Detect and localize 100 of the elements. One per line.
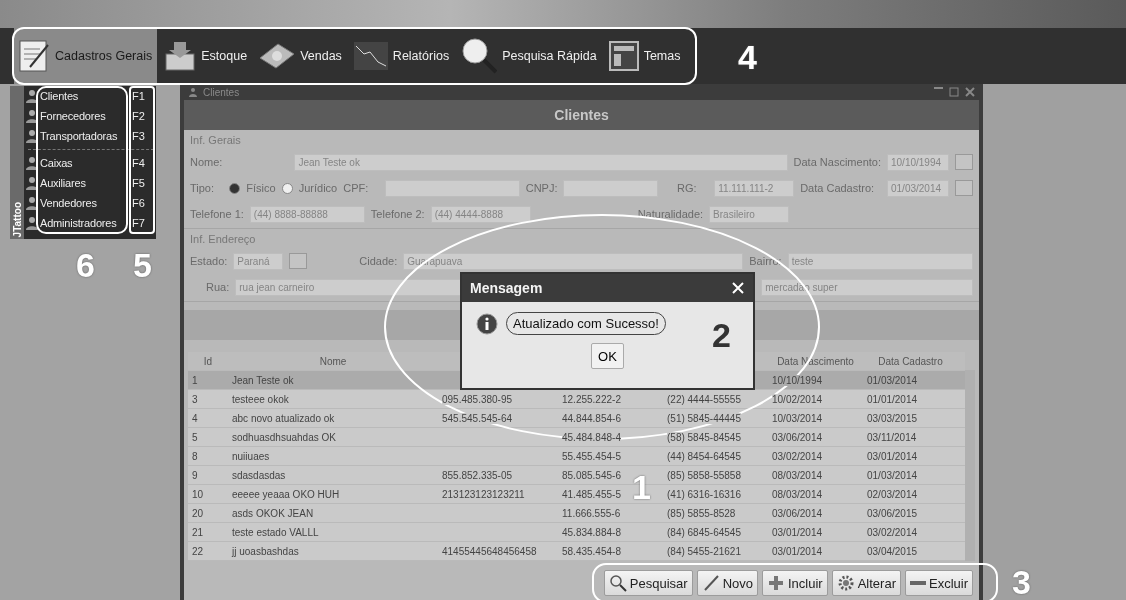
table-cell: Jean Teste ok xyxy=(232,374,294,386)
field-label: CNPJ: xyxy=(525,182,558,194)
toolbar-tab[interactable]: Estoque xyxy=(160,28,253,84)
table-row[interactable]: 3 testeee okok 095.485.380-95 12.255.222-2 (22) 4444-55555 10/02/2014 01/01/2014 xyxy=(188,390,965,409)
table-cell: 03/06/2014 xyxy=(772,431,823,443)
table-row[interactable]: 20 asds OKOK JEAN 11.666.555-6 (85) 5855-8528 03/06/2014 03/06/2015 xyxy=(188,504,965,523)
table-cell: jj uoasbashdas xyxy=(232,545,299,557)
field-label: Jurídico xyxy=(298,182,338,194)
plus-icon xyxy=(767,574,785,592)
action-button[interactable]: Incluir xyxy=(762,570,828,596)
gear-icon xyxy=(836,574,855,592)
action-button[interactable]: Pesquisar xyxy=(603,570,693,596)
table-cell: 41.485.455-5 xyxy=(562,488,621,500)
toolbar-tab[interactable]: Vendas xyxy=(255,28,347,84)
table-row[interactable]: 21 teste estado VALLL 45.834.884-8 (84) 6845-64545 03/01/2014 03/02/2014 xyxy=(188,523,965,542)
table-cell: 01/03/2014 xyxy=(867,374,918,386)
scrollbar[interactable] xyxy=(965,370,975,561)
menu-item[interactable]: Clientes xyxy=(40,90,126,102)
table-row[interactable]: 4 abc novo atualizado ok 545.545.545-64 44.844.854-6 (51) 5845-44445 10/03/2014 03/03/2015 xyxy=(188,409,965,428)
table-cell: sdasdasdas xyxy=(232,469,286,481)
toolbar-tab[interactable]: Relatórios xyxy=(349,28,455,84)
shortcut-key: F1 xyxy=(128,90,145,102)
table-cell: 03/06/2015 xyxy=(867,507,918,519)
table-cell: 9 xyxy=(192,469,198,481)
callout-number: 5 xyxy=(133,248,152,282)
action-button[interactable]: Alterar xyxy=(831,570,901,596)
dropdown-button[interactable] xyxy=(289,253,308,269)
table-row[interactable]: 22 jj uoasbashdas 41455445648456458 58.435.454-8 (84) 5455-21621 03/01/2014 03/04/2015 xyxy=(188,542,965,561)
ok-button[interactable]: OK xyxy=(591,343,624,369)
callout-number: 4 xyxy=(738,40,757,74)
person-icon xyxy=(26,129,38,143)
field-label: Naturalidade: xyxy=(637,208,704,220)
calendar-button[interactable] xyxy=(955,180,973,196)
table-cell: 03/04/2015 xyxy=(867,545,918,557)
layout-icon xyxy=(608,41,639,71)
column-header[interactable]: Data Cadastro xyxy=(863,355,958,367)
table-cell: 20 xyxy=(192,507,204,519)
table-cell: 45.484.848-4 xyxy=(562,431,621,443)
table-cell: 02/03/2014 xyxy=(867,488,918,500)
menu-item[interactable]: Vendedores xyxy=(40,197,126,209)
shortcut-key: F6 xyxy=(128,197,145,209)
table-cell: 55.455.454-5 xyxy=(562,450,621,462)
table-cell: 3 xyxy=(192,393,198,405)
table-cell: 01/01/2014 xyxy=(867,393,918,405)
table-cell: asds OKOK JEAN xyxy=(232,507,314,519)
table-cell: abc novo atualizado ok xyxy=(232,412,335,424)
radio-button[interactable] xyxy=(281,182,293,194)
table-cell: 855.852.335-05 xyxy=(442,469,513,481)
field-label: Nome: xyxy=(190,156,223,168)
field-label: Tipo: xyxy=(190,182,215,194)
field-label: Data Nascimento: xyxy=(793,156,881,168)
callout-number: 2 xyxy=(712,318,731,352)
action-button[interactable]: Excluir xyxy=(905,570,973,596)
menu-item[interactable]: Caixas xyxy=(40,157,126,169)
menu-item[interactable]: Administradores xyxy=(40,217,126,229)
table-cell: (84) 6845-64545 xyxy=(667,526,741,538)
action-button[interactable]: Novo xyxy=(696,570,758,596)
pencil-icon xyxy=(701,574,720,592)
table-row[interactable]: 8 nuiiuaes 55.455.454-5 (44) 8454-64545 03/02/2014 03/01/2014 xyxy=(188,447,965,466)
field-label: Estado: xyxy=(190,255,228,267)
table-cell: 11.666.555-6 xyxy=(562,507,621,519)
table-cell: sodhuasdhsuahdas OK xyxy=(232,431,336,443)
field-label: Data Cadastro: xyxy=(800,182,875,194)
close-icon xyxy=(731,281,745,295)
table-cell: 03/02/2014 xyxy=(772,450,823,462)
table-cell: 44.844.854-6 xyxy=(562,412,621,424)
table-cell: 21 xyxy=(192,526,204,538)
table-cell: (84) 5455-21621 xyxy=(667,545,741,557)
close-icon xyxy=(965,87,975,97)
table-row[interactable]: 5 sodhuasdhsuahdas OK 45.484.848-4 (58) 5845-84545 03/06/2014 03/11/2014 xyxy=(188,428,965,447)
table-cell: (58) 5845-84545 xyxy=(667,431,741,443)
table-cell: 095.485.380-95 xyxy=(442,393,513,405)
field-label: Rua: xyxy=(206,281,230,293)
menu-item[interactable]: Auxiliares xyxy=(40,177,126,189)
table-cell: 03/01/2014 xyxy=(772,526,823,538)
form-header: Clientes xyxy=(184,100,979,130)
search-icon xyxy=(608,574,627,592)
table-cell: (85) 5855-8528 xyxy=(667,507,736,519)
person-icon xyxy=(188,87,198,97)
minimize-icon xyxy=(934,87,943,89)
radio-button[interactable] xyxy=(229,182,241,194)
toolbar-tab[interactable]: Cadastros Gerais xyxy=(14,28,158,84)
toolbar-tab[interactable]: Pesquisa Rápida xyxy=(457,28,602,84)
toolbar-tab[interactable]: Temas xyxy=(604,28,686,84)
table-cell: 08/03/2014 xyxy=(772,469,823,481)
field-label: Telefone 1: xyxy=(190,208,244,220)
column-header[interactable]: Nome xyxy=(228,355,438,367)
calendar-button[interactable] xyxy=(955,154,973,170)
shortcut-key: F4 xyxy=(128,157,145,169)
table-cell: 03/06/2014 xyxy=(772,507,823,519)
menu-item[interactable]: Fornecedores xyxy=(40,110,126,122)
shortcut-key: F3 xyxy=(128,130,145,142)
column-header[interactable]: Id xyxy=(188,355,228,367)
banknotes-icon xyxy=(259,42,296,70)
menu-item[interactable]: Transportadoras xyxy=(40,130,126,142)
table-cell: 213123123123211 xyxy=(442,488,525,500)
table-cell: teste estado VALLL xyxy=(232,526,319,538)
table-cell: 01/03/2014 xyxy=(867,469,918,481)
window-title: Clientes xyxy=(203,86,240,98)
callout-number: 6 xyxy=(76,248,95,282)
